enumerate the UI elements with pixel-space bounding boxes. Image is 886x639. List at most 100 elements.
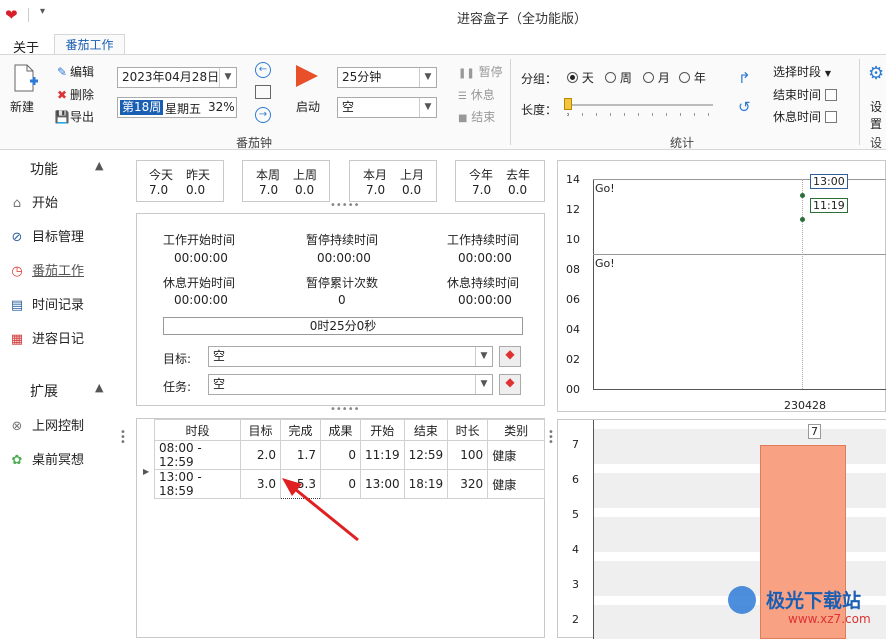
slider-ticks [567,113,713,116]
cell-end[interactable]: 18:19 [403,469,449,499]
task-value: 空 [342,100,355,114]
y-axis [593,420,594,639]
column-header[interactable]: 结束 [403,419,449,441]
sidebar-item-start[interactable]: ⌂ 开始 [8,193,58,215]
rest-time-checkbox[interactable]: 休息时间 [773,108,837,125]
cell-period[interactable]: 13:00 - 18:59 [154,469,241,499]
cell-start[interactable]: 11:19 [360,440,405,470]
select-period-button[interactable]: 选择时段 ▼ [773,63,831,80]
next-day-icon[interactable]: → [255,107,271,123]
delete-label: 删除 [70,88,95,102]
clock-icon: ◷ [11,264,23,279]
clear-task-eraser-icon[interactable]: ◆ [499,374,521,395]
tab-pomodoro[interactable]: 番茄工作 [54,34,125,55]
week-display: 第18周 星期五 32% [117,97,237,118]
radio-day[interactable]: 天 [567,69,594,86]
chevron-down-icon: ▼ [824,69,831,78]
splitter-handle[interactable]: • • • [120,428,126,448]
cell-goal[interactable]: 2.0 [240,440,281,470]
export-label: 导出 [70,110,95,124]
splitter-handle[interactable]: • • • [548,428,554,448]
edit-button[interactable]: ✎ 编辑 [54,63,94,80]
chevron-down-icon: ▼ [419,98,436,117]
start-button[interactable]: 启动 [296,98,320,115]
column-header[interactable]: 成果 [320,419,361,441]
sidebar-item-pomodoro[interactable]: ◷ 番茄工作 [8,261,84,283]
cell-duration[interactable]: 100 [447,440,489,470]
radio-month[interactable]: 月 [643,69,670,86]
cell-category[interactable]: 健康 [487,469,545,499]
column-header[interactable]: 时段 [154,419,241,441]
refresh-icon[interactable]: ↱ [738,69,751,87]
cell-result[interactable]: 0 [320,440,361,470]
play-icon[interactable] [296,65,318,87]
quick-access-dropdown-icon[interactable]: ▾ [40,6,45,17]
sidebar-item-goals[interactable]: ⊘ 目标管理 [8,227,84,249]
duration-select[interactable]: 25分钟 ▼ [337,67,437,88]
reset-icon[interactable]: ↺ [738,98,751,116]
week-label: 第18周 [120,100,164,115]
new-button[interactable]: 新建 [10,98,34,115]
sidebar-item-diary[interactable]: ▦ 进容日记 [8,329,84,351]
gear-icon[interactable]: ⚙ [868,63,884,84]
stat-value: 7.0 [366,183,386,197]
y-tick-label: 5 [572,508,579,521]
column-header[interactable]: 目标 [240,419,281,441]
slider-thumb[interactable] [564,98,572,110]
export-button[interactable]: 💾导出 [54,108,95,125]
pause-button[interactable]: ❚❚ 暂停 [458,63,503,80]
column-header[interactable]: 开始 [360,419,405,441]
clear-goal-eraser-icon[interactable]: ◆ [499,346,521,367]
grouping-label: 分组： [521,72,558,86]
sidebar-item-timelog[interactable]: ▤ 时间记录 [8,295,84,317]
task-select[interactable]: 空 ▼ [208,374,493,395]
radio-day-label: 天 [581,71,594,85]
stat-value: 0.0 [402,183,422,197]
radio-year[interactable]: 年 [679,69,706,86]
goal-select[interactable]: 空 ▼ [208,346,493,367]
work-start-label: 工作开始时间 [163,233,236,247]
sidebar-item-web-control[interactable]: ⊗ 上网控制 [8,416,84,438]
window-title: 进容盒子（全功能版） [457,12,588,27]
cell-end[interactable]: 12:59 [403,440,449,470]
sidebar-section-extensions: 扩展 [30,384,58,400]
stop-icon: ■ [458,113,468,124]
radio-week[interactable]: 周 [605,69,632,86]
prev-day-icon[interactable]: ← [255,62,271,78]
goal-label: 目标: [163,352,192,366]
divider [859,59,860,145]
collapse-icon[interactable]: ▲ [95,381,103,394]
cell-category[interactable]: 健康 [487,440,545,470]
table-row[interactable]: 08:00 - 12:59 2.0 1.7 0 11:19 12:59 100 … [154,440,545,470]
y-tick-label: 06 [566,293,580,306]
cell-period[interactable]: 08:00 - 12:59 [154,440,241,470]
chevron-down-icon: ▼ [475,347,492,366]
cell-done[interactable]: 1.7 [280,440,321,470]
end-button[interactable]: ■ 结束 [458,108,495,125]
task-select[interactable]: 空 ▼ [337,97,437,118]
point-annotation: 11:19 [810,198,848,213]
y-tick-label: 14 [566,173,580,186]
stat-label: 本周 [256,168,281,182]
column-header[interactable]: 类别 [487,419,545,441]
calendar-icon[interactable] [255,85,271,99]
watermark-text: 极光下载站 [766,590,862,612]
length-slider[interactable] [567,104,713,106]
column-header[interactable]: 时长 [447,419,489,441]
column-header[interactable]: 完成 [280,419,321,441]
cell-duration[interactable]: 320 [447,469,489,499]
new-file-icon[interactable] [10,63,40,93]
sidebar-item-meditation[interactable]: ✿ 桌前冥想 [8,450,84,472]
stat-label: 今年 [469,168,494,182]
settings-button[interactable]: 设置 [870,98,886,132]
app-logo-icon: ❤ [5,6,18,24]
date-picker[interactable]: 2023年04月28日 ▼ [117,67,237,88]
splitter-handle[interactable]: ••••• [330,404,360,415]
splitter-handle[interactable]: ••••• [330,200,360,211]
end-time-checkbox[interactable]: 结束时间 [773,86,837,103]
y-tick-label: 4 [572,543,579,556]
collapse-icon[interactable]: ▲ [95,159,103,172]
rest-button[interactable]: ☰ 休息 [458,86,495,103]
work-duration-label: 工作持续时间 [447,233,520,247]
delete-button[interactable]: ✖ 删除 [54,86,94,103]
